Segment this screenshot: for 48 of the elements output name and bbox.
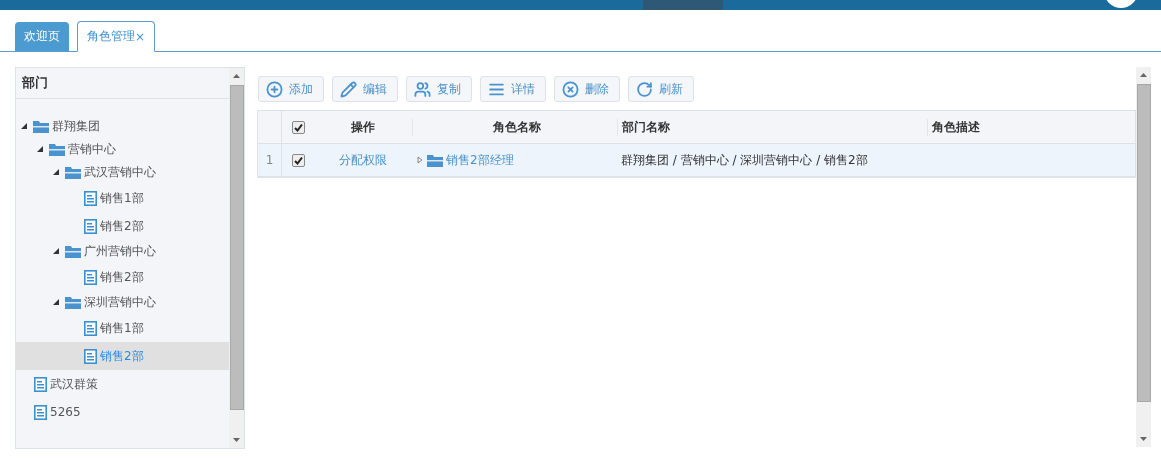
checkbox[interactable] bbox=[291, 120, 305, 134]
refresh-icon bbox=[636, 80, 653, 98]
users-icon bbox=[414, 80, 431, 98]
document-icon bbox=[84, 190, 97, 206]
expander-icon[interactable] bbox=[52, 297, 60, 306]
document-icon bbox=[84, 269, 97, 285]
tab[interactable]: 角色管理× bbox=[77, 21, 156, 52]
tree-item[interactable]: 武汉营销中心 bbox=[16, 161, 229, 184]
tree-item[interactable]: 销售2部 bbox=[16, 212, 229, 240]
folder-icon bbox=[65, 166, 81, 179]
tree-item[interactable]: 广州营销中心 bbox=[16, 240, 229, 263]
document-icon bbox=[84, 218, 97, 234]
tree-item[interactable]: 深圳营销中心 bbox=[16, 291, 229, 314]
document-icon bbox=[84, 348, 97, 364]
close-icon bbox=[562, 80, 579, 98]
pencil-icon bbox=[340, 80, 357, 98]
expander-icon[interactable] bbox=[20, 121, 28, 130]
folder-icon bbox=[33, 120, 49, 133]
table-row[interactable]: 1 分配权限 销售2部经理 群翔集团 / 营销中心 / 深圳营销中心 / 销售2部 bbox=[258, 144, 1135, 177]
folder-icon bbox=[49, 143, 65, 156]
document-icon bbox=[84, 320, 97, 336]
checkbox[interactable] bbox=[291, 153, 305, 167]
column-header[interactable]: 部门名称 bbox=[617, 118, 927, 136]
plus-icon bbox=[266, 80, 283, 98]
document-icon bbox=[34, 404, 47, 420]
expander-icon[interactable] bbox=[52, 246, 60, 255]
row-number: 1 bbox=[265, 153, 274, 167]
tree-item[interactable]: 销售1部 bbox=[16, 184, 229, 212]
folder-icon bbox=[65, 245, 81, 258]
expander-icon[interactable] bbox=[36, 144, 44, 153]
column-header[interactable]: 操作 bbox=[310, 118, 412, 136]
scrollbar-thumb[interactable] bbox=[229, 85, 244, 410]
folder-icon bbox=[427, 153, 443, 167]
tree-item[interactable]: 销售1部 bbox=[16, 314, 229, 342]
column-header[interactable]: 角色名称 bbox=[412, 118, 617, 136]
department-path: 群翔集团 / 营销中心 / 深圳营销中心 / 销售2部 bbox=[621, 151, 868, 169]
role-name: 销售2部经理 bbox=[446, 151, 514, 169]
tree-item[interactable]: 销售2部 bbox=[16, 263, 229, 291]
tree-item[interactable]: 5265 bbox=[16, 398, 229, 426]
folder-icon bbox=[65, 296, 81, 309]
close-icon[interactable]: × bbox=[135, 29, 146, 44]
tree-item[interactable]: 营销中心 bbox=[16, 138, 229, 161]
tree-item[interactable]: 武汉群策 bbox=[16, 370, 229, 398]
expander-icon[interactable] bbox=[52, 167, 60, 176]
column-header[interactable]: 角色描述 bbox=[927, 118, 1135, 136]
document-icon bbox=[34, 376, 47, 392]
tree-item[interactable]: 群翔集团 bbox=[16, 115, 229, 138]
scrollbar-thumb[interactable] bbox=[1136, 84, 1151, 402]
